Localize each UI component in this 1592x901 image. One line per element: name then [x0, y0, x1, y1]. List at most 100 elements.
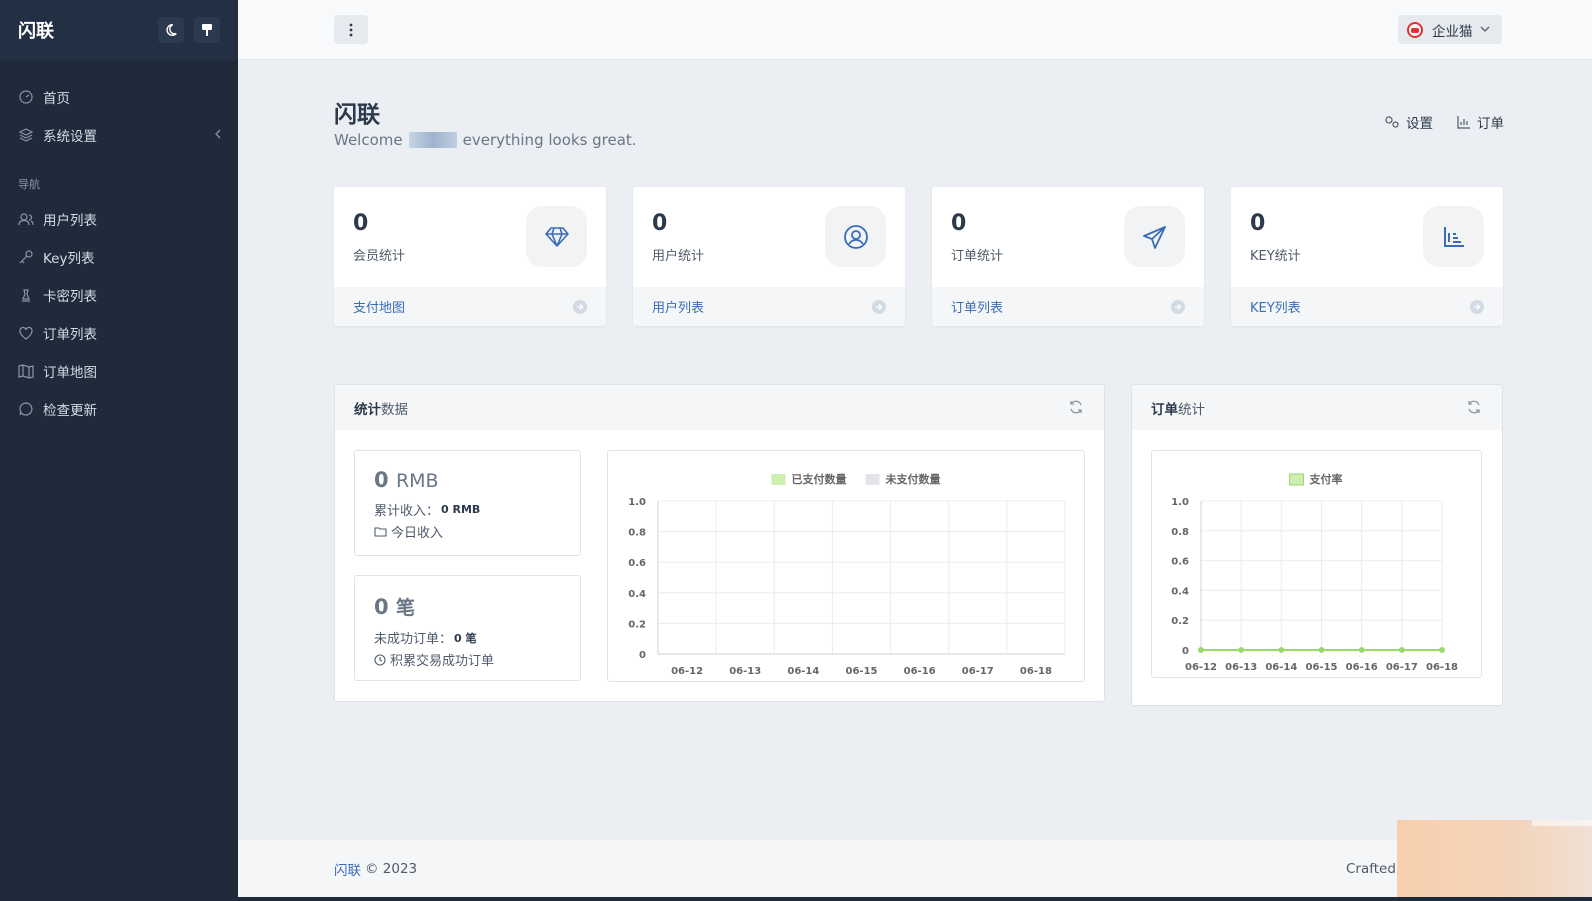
- revenue-total-label: 累计收入：: [374, 504, 440, 519]
- stat-card-orders: 0 订单统计 订单列表: [932, 187, 1204, 326]
- stat-footer-link[interactable]: 用户列表: [633, 287, 905, 326]
- x-tick-label: 06-12: [1185, 662, 1217, 673]
- y-tick-label: 0.2: [628, 619, 646, 630]
- app-logo[interactable]: 闪联: [18, 17, 148, 43]
- welcome-prefix: Welcome: [334, 131, 403, 149]
- diamond-icon: [544, 226, 569, 247]
- sidebar-item-settings[interactable]: 系统设置: [0, 116, 238, 154]
- stat-value: 0: [951, 211, 967, 236]
- arrow-right-icon: [1470, 299, 1484, 314]
- x-tick-label: 06-16: [1346, 662, 1378, 673]
- x-tick-label: 06-13: [1225, 662, 1257, 673]
- revenue-number: 0: [374, 468, 389, 492]
- x-tick-label: 06-17: [1386, 662, 1418, 673]
- orders-unit: 笔: [395, 597, 415, 619]
- sidebar-item-keys[interactable]: Key列表: [0, 238, 238, 276]
- x-tick-label: 06-15: [1306, 662, 1338, 673]
- stat-link-label: 订单列表: [951, 301, 1004, 316]
- stat-link-label: KEY列表: [1250, 301, 1301, 316]
- x-tick-label: 06-14: [1265, 662, 1297, 673]
- panel-header: 统计 数据: [335, 385, 1104, 430]
- sidebar-item-order-map[interactable]: 订单地图: [0, 352, 238, 390]
- gears-icon: [1385, 116, 1399, 128]
- theme-button[interactable]: [194, 17, 220, 43]
- x-tick-label: 06-15: [846, 666, 878, 677]
- revenue-box: 0 RMB 累计收入： 0 RMB 今日收入: [354, 450, 581, 556]
- chevron-down-icon: [1480, 26, 1489, 32]
- user-circle-icon: [843, 224, 868, 249]
- chevron-left-icon: [215, 129, 221, 139]
- refresh-icon[interactable]: [1068, 399, 1084, 415]
- stat-footer-link[interactable]: KEY列表: [1231, 287, 1503, 326]
- stat-footer-link[interactable]: 订单列表: [932, 287, 1204, 326]
- dark-mode-button[interactable]: [158, 17, 184, 43]
- data-point: [1318, 647, 1325, 653]
- clock-icon: [374, 653, 386, 666]
- stat-value: 0: [353, 211, 369, 236]
- sidebar-item-label: 卡密列表: [43, 289, 97, 305]
- orders-success-label: 积累交易成功订单: [390, 654, 495, 669]
- settings-link-label: 设置: [1406, 116, 1433, 132]
- refresh-icon[interactable]: [1466, 399, 1482, 415]
- stat-label: 用户统计: [652, 249, 705, 264]
- footer-brand-link[interactable]: 闪联: [334, 859, 361, 879]
- sidebar-item-check-update[interactable]: 检查更新: [0, 390, 238, 428]
- data-point: [1278, 647, 1285, 653]
- y-tick-label: 0: [1182, 646, 1189, 657]
- statistics-panel: 统计 数据 0 RMB 累计收入： 0 RMB 今日收入 0 笔 未成功订单： 0 笔…: [334, 384, 1105, 702]
- stat-label: 会员统计: [353, 249, 406, 264]
- orders-link[interactable]: 订单: [1457, 112, 1504, 132]
- y-tick-label: 1.0: [628, 497, 646, 508]
- arrow-right-icon: [573, 299, 587, 314]
- redacted-username: [408, 132, 457, 148]
- stat-footer-link[interactable]: 支付地图: [334, 287, 606, 326]
- settings-link[interactable]: 设置: [1384, 112, 1433, 132]
- panel-title-rest: 数据: [381, 401, 408, 418]
- x-tick-label: 06-18: [1020, 666, 1052, 677]
- stat-icon-box: [526, 206, 587, 267]
- payment-rate-chart: 支付率 0 0.2 0.4 0.6 0.8 1.0 06-12 06-13 06-14 06-15 0…: [1171, 472, 1458, 673]
- legend-swatch: [771, 474, 786, 485]
- stat-icon-box: [825, 206, 886, 267]
- data-point: [1358, 647, 1365, 653]
- sidebar-menu: 首页 系统设置 导航 用户列表 Key列表 卡密列表 订单列表 订单地图 检查更…: [0, 60, 238, 428]
- stat-card-users: 0 用户统计 用户列表: [633, 187, 905, 326]
- dashboard-icon: [19, 90, 33, 104]
- orders-success: 积累交易成功订单: [374, 650, 561, 669]
- vertical-dots-icon: [349, 23, 353, 36]
- legend-swatch: [1289, 473, 1304, 486]
- welcome-text: Welcome everything looks great.: [334, 131, 637, 149]
- folder-icon: [374, 527, 387, 537]
- y-tick-label: 0.4: [628, 589, 646, 600]
- more-options-button[interactable]: [334, 15, 368, 44]
- user-name: 企业猫: [1432, 23, 1473, 40]
- y-tick-label: 0.8: [1171, 527, 1189, 538]
- arrow-right-icon: [872, 299, 886, 314]
- chat-icon: [19, 402, 33, 416]
- y-tick-label: 0.8: [628, 528, 646, 539]
- sidebar-item-cards[interactable]: 卡密列表: [0, 276, 238, 314]
- stat-value: 0: [652, 211, 668, 236]
- sidebar-item-orders[interactable]: 订单列表: [0, 314, 238, 352]
- orders-box: 0 笔 未成功订单： 0 笔 积累交易成功订单: [354, 575, 581, 681]
- revenue-value: 0 RMB: [374, 468, 561, 492]
- orders-failed-label: 未成功订单：: [374, 632, 453, 647]
- panel-title-bold: 订单: [1151, 401, 1178, 418]
- user-menu-button[interactable]: 企业猫: [1398, 15, 1502, 44]
- layers-icon: [18, 128, 34, 142]
- legend-swatch: [865, 474, 880, 485]
- sidebar-item-label: 首页: [43, 91, 70, 107]
- panel-title-rest: 统计: [1178, 401, 1205, 418]
- orders-failed-value: 0 笔: [454, 631, 477, 645]
- footer-crafted: Crafted: [1346, 861, 1396, 877]
- sidebar-item-home[interactable]: 首页: [0, 78, 238, 116]
- sidebar-item-users[interactable]: 用户列表: [0, 200, 238, 238]
- sidebar: 闪联 首页 系统设置 导航 用户列表 Key列表 卡密列表 订单列表 订单地图 …: [0, 0, 238, 901]
- moon-icon: [166, 24, 177, 36]
- stat-link-label: 用户列表: [652, 301, 705, 316]
- orders-link-label: 订单: [1477, 116, 1504, 132]
- avatar: [1407, 21, 1423, 38]
- revenue-total-value: 0 RMB: [441, 503, 481, 516]
- users-icon: [18, 213, 34, 226]
- stat-label: 订单统计: [951, 249, 1004, 264]
